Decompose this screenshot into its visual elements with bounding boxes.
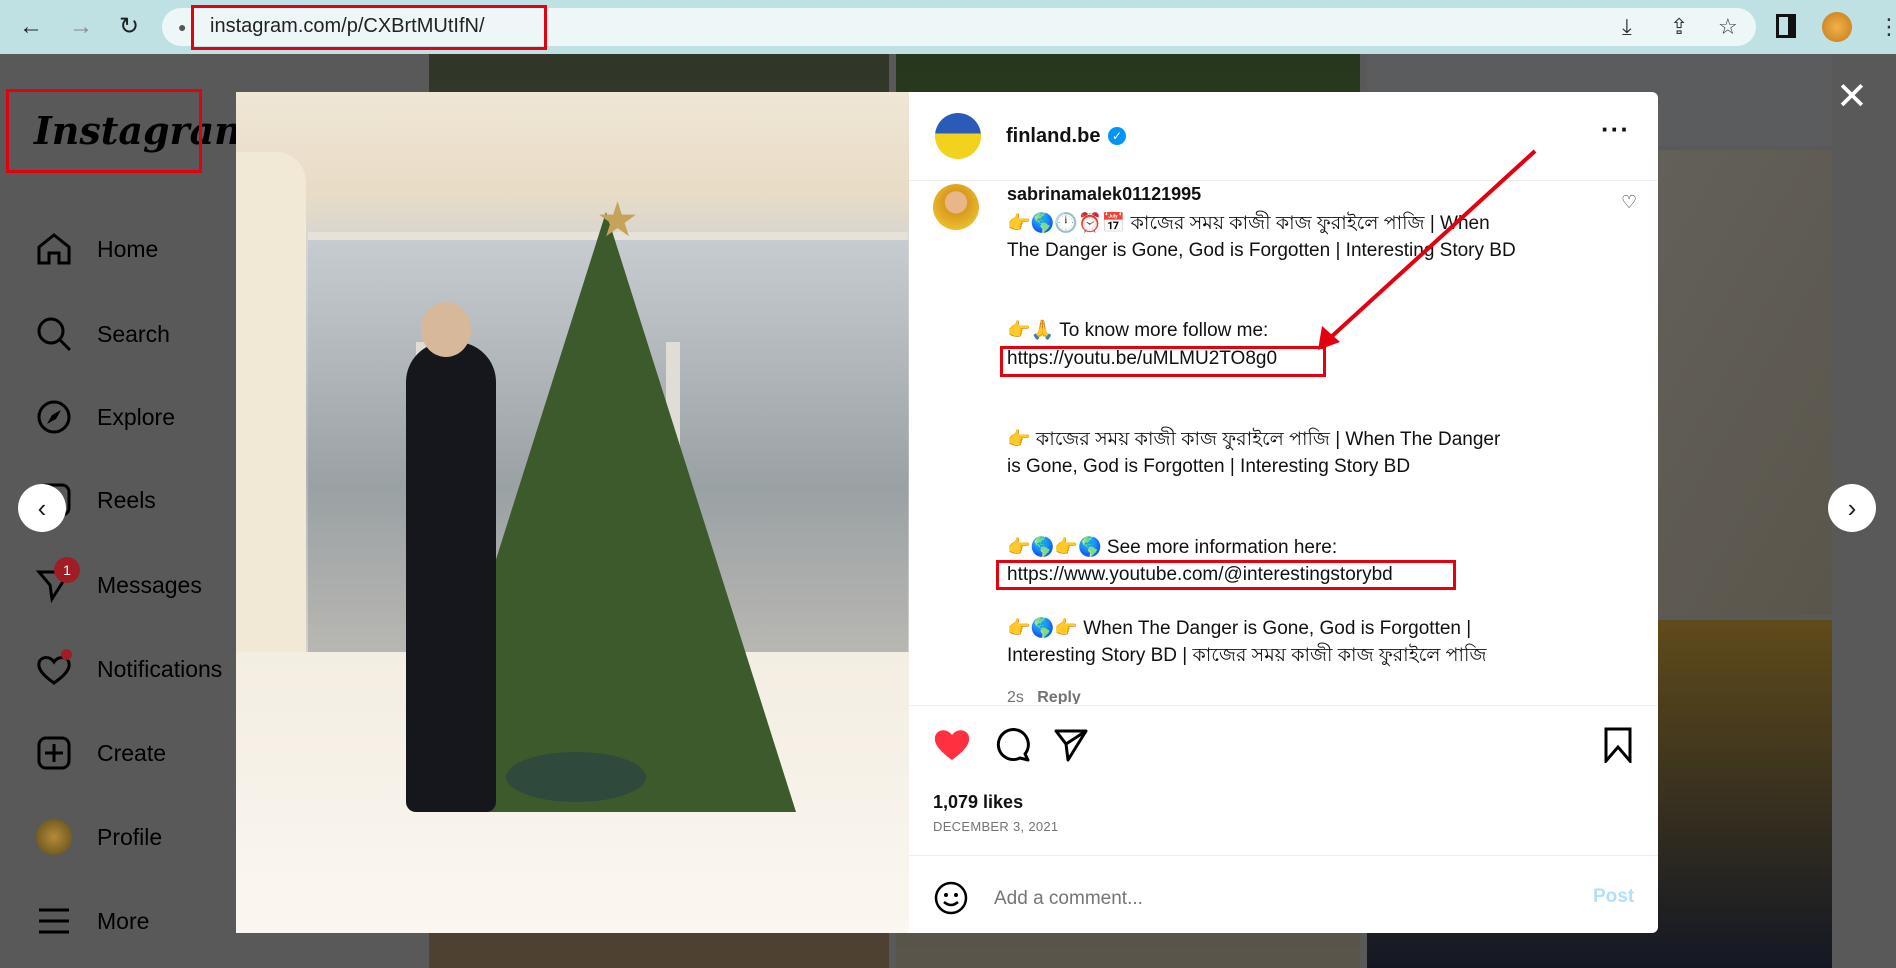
close-icon[interactable]: ✕ [1836,78,1868,116]
annotation-arrow [1318,149,1537,350]
previous-post-button[interactable]: ‹ [18,484,66,532]
chevron-right-icon: › [1847,492,1857,523]
next-post-button[interactable]: › [1828,484,1876,532]
chevron-left-icon: ‹ [37,492,47,523]
